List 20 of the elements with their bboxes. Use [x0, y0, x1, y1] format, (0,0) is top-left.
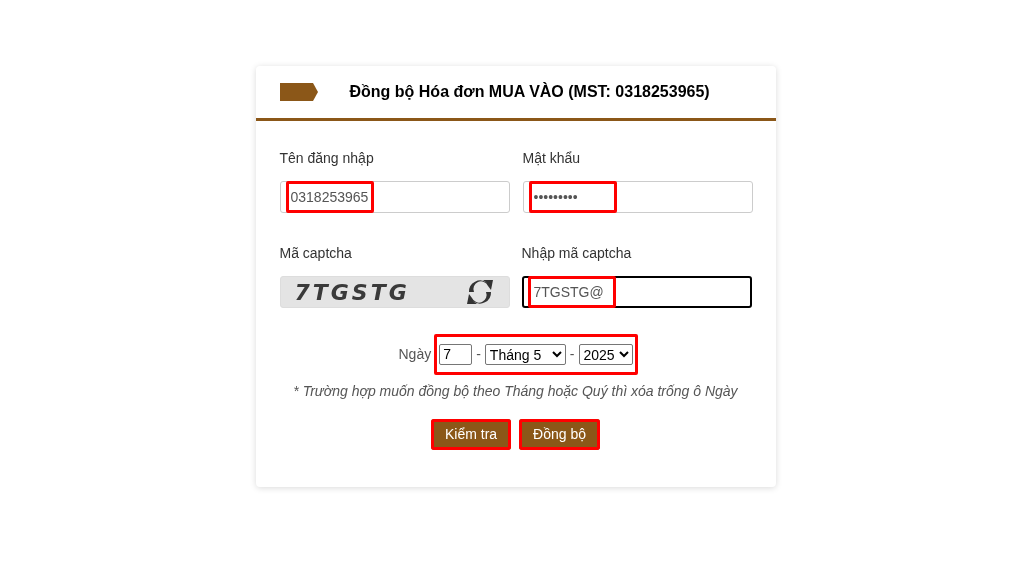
field-label: Mật khẩu	[522, 149, 582, 168]
field-label: Tên đăng nhập	[279, 149, 375, 168]
day-field[interactable]: 7	[439, 344, 473, 365]
input-field[interactable]: 0318253965	[279, 181, 510, 213]
input-field[interactable]: 7TGSTG@	[521, 276, 752, 308]
tag-icon	[279, 83, 318, 101]
action-button[interactable]: Kiểm tra	[430, 419, 512, 450]
note-text: * Trường hợp muốn đồng bộ theo Tháng hoặc Quý thì xóa trống ô Ngày	[292, 382, 739, 401]
separator: -	[476, 345, 481, 364]
separator: -	[569, 345, 575, 364]
form-title: Đồng bộ Hóa đơn MUA VÀO (MST: 0318253965)	[349, 81, 710, 102]
action-button[interactable]: Đồng bộ	[519, 419, 601, 450]
field-label: Nhập mã captcha	[521, 244, 633, 263]
day-label: Ngày	[398, 345, 432, 364]
captcha-image: 7TGSTG	[279, 276, 510, 308]
month-select[interactable]: Tháng 5	[484, 344, 566, 365]
input-field[interactable]: •••••••••	[522, 181, 753, 213]
field-label: Mã captcha	[279, 244, 353, 263]
refresh-icon[interactable]	[464, 278, 495, 306]
year-select[interactable]: 2025	[578, 344, 633, 365]
